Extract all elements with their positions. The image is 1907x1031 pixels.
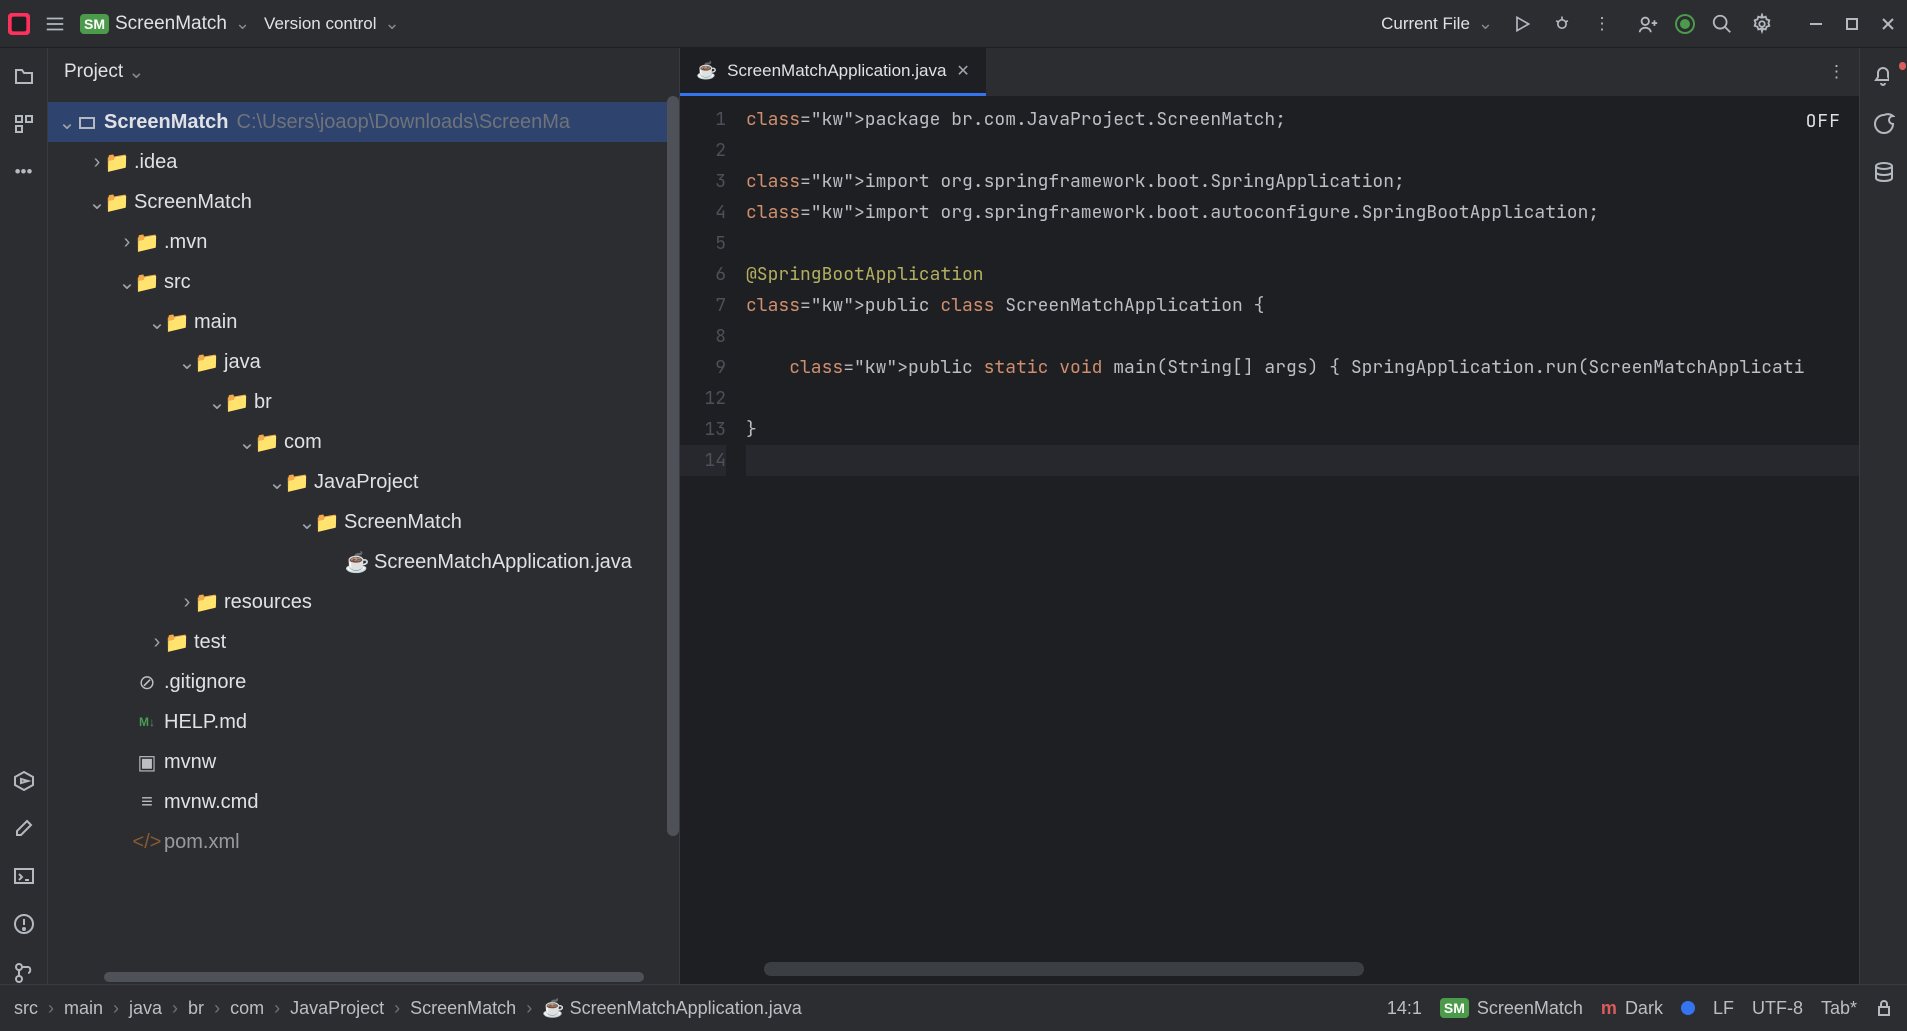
project-tool-icon[interactable] [12,64,36,88]
tree-test[interactable]: ›📁test [48,622,679,662]
java-file-icon: ☕ [696,61,717,81]
markdown-icon: M↓ [136,715,158,729]
package-icon: 📁 [286,470,308,495]
folder-icon: 📁 [136,230,158,255]
shell-icon: ▣ [136,750,158,775]
tab-label: ScreenMatchApplication.java [727,61,946,81]
structure-tool-icon[interactable] [12,112,36,136]
debug-icon[interactable] [1551,13,1573,35]
tree-vertical-scrollbar[interactable] [667,96,679,836]
main-menu-icon[interactable] [44,13,66,35]
minimize-icon[interactable] [1805,13,1827,35]
code-editor[interactable]: class="kw">package br.com.JavaProject.Sc… [736,96,1859,984]
text-file-icon: ≡ [136,791,158,814]
services-tool-icon[interactable] [12,768,36,792]
status-readonly-icon[interactable] [1875,999,1893,1017]
search-icon[interactable] [1711,13,1733,35]
status-encoding[interactable]: UTF-8 [1752,998,1803,1019]
editor-tabs: ☕ ScreenMatchApplication.java ✕ ⋮ [680,48,1859,96]
project-selector[interactable]: SM ScreenMatch [80,13,250,35]
intellij-logo-icon [8,13,30,35]
project-name: ScreenMatch [115,13,227,35]
status-linesep[interactable]: LF [1713,998,1734,1019]
tree-resources[interactable]: ›📁resources [48,582,679,622]
right-toolbar [1859,48,1907,984]
tree-root[interactable]: ⌄ ScreenMatch C:\Users\joaop\Downloads\S… [48,102,679,142]
folder-icon: 📁 [166,310,188,335]
status-module[interactable]: SM ScreenMatch [1440,998,1583,1019]
tree-gitignore[interactable]: ⊘.gitignore [48,662,679,702]
folder-icon: 📁 [136,270,158,295]
project-badge: SM [80,14,109,34]
ai-assistant-icon[interactable] [1872,112,1896,136]
xml-icon: </> [136,831,158,854]
terminal-tool-icon[interactable] [12,864,36,888]
tree-help[interactable]: M↓HELP.md [48,702,679,742]
build-tool-icon[interactable] [12,816,36,840]
run-config-selector[interactable]: Current File [1381,13,1493,34]
package-icon: 📁 [316,510,338,535]
maven-icon: m [1601,998,1617,1019]
tree-idea[interactable]: ›📁.idea [48,142,679,182]
module-icon [76,113,98,131]
tree-com[interactable]: ⌄📁com [48,422,679,462]
tree-javaproject[interactable]: ⌄📁JavaProject [48,462,679,502]
tree-mvn[interactable]: ›📁.mvn [48,222,679,262]
update-indicator-icon[interactable] [1677,16,1693,32]
tabs-more-icon[interactable]: ⋮ [1814,62,1859,82]
status-indent[interactable]: Tab* [1821,998,1857,1019]
gitignore-icon: ⊘ [136,670,158,695]
editor-horizontal-scrollbar[interactable] [764,962,1364,976]
folder-icon: 📁 [166,630,188,655]
database-tool-icon[interactable] [1872,160,1896,184]
folder-icon: 📁 [106,150,128,175]
resources-folder-icon: 📁 [196,590,218,615]
close-tab-icon[interactable]: ✕ [956,61,969,81]
package-icon: 📁 [226,390,248,415]
breadcrumbs[interactable]: src›main›java›br›com›JavaProject›ScreenM… [14,998,1369,1019]
problems-tool-icon[interactable] [12,912,36,936]
status-theme[interactable]: m Dark [1601,998,1663,1019]
tree-br[interactable]: ⌄📁br [48,382,679,422]
gutter[interactable]: 123456789121314 [680,96,736,984]
vcs-selector[interactable]: Version control [264,13,400,34]
tree-app-file[interactable]: ☕ScreenMatchApplication.java [48,542,679,582]
statusbar: src›main›java›br›com›JavaProject›ScreenM… [0,984,1907,1031]
git-tool-icon[interactable] [12,960,36,984]
more-run-icon[interactable]: ⋮ [1591,13,1613,35]
code-with-me-icon[interactable] [1637,13,1659,35]
source-folder-icon: 📁 [196,350,218,375]
editor-tab[interactable]: ☕ ScreenMatchApplication.java ✕ [680,48,986,96]
package-icon: 📁 [256,430,278,455]
java-class-icon: ☕ [346,550,368,575]
cursor-position[interactable]: 14:1 [1387,998,1422,1019]
project-panel-header[interactable]: Project ⌄ [48,48,679,96]
tree-mvnwcmd[interactable]: ≡mvnw.cmd [48,782,679,822]
folder-icon: 📁 [106,190,128,215]
tree-java[interactable]: ⌄📁java [48,342,679,382]
editor-area: ☕ ScreenMatchApplication.java ✕ ⋮ 123456… [680,48,1859,984]
tree-pom[interactable]: </>pom.xml [48,822,679,862]
tree-module[interactable]: ⌄📁ScreenMatch [48,182,679,222]
project-tree[interactable]: ⌄ ScreenMatch C:\Users\joaop\Downloads\S… [48,96,679,984]
tree-horizontal-scrollbar[interactable] [104,972,644,982]
run-icon[interactable] [1511,13,1533,35]
notification-dot-icon [1899,62,1905,70]
titlebar: SM ScreenMatch Version control Current F… [0,0,1907,48]
maximize-icon[interactable] [1841,13,1863,35]
status-indicator[interactable] [1681,1001,1695,1015]
settings-icon[interactable] [1751,13,1773,35]
project-panel: Project ⌄ ⌄ ScreenMatch C:\Users\joaop\D… [48,48,680,984]
tree-mvnw[interactable]: ▣mvnw [48,742,679,782]
more-tools-icon[interactable]: ••• [12,160,36,184]
inspection-badge[interactable]: OFF [1806,110,1841,133]
notifications-icon[interactable] [1872,64,1896,88]
tree-main[interactable]: ⌄📁main [48,302,679,342]
tree-screenmatch[interactable]: ⌄📁ScreenMatch [48,502,679,542]
close-icon[interactable] [1877,13,1899,35]
left-toolbar: ••• [0,48,48,984]
tree-src[interactable]: ⌄📁src [48,262,679,302]
